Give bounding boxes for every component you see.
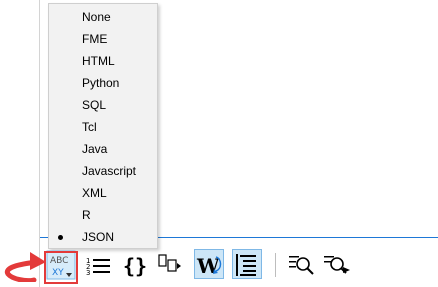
stacked-boxes-icon bbox=[158, 254, 181, 272]
menu-item-html[interactable]: HTML bbox=[49, 50, 157, 72]
find-next-icon bbox=[324, 256, 350, 274]
line-numbers-icon: 1 2 3 bbox=[86, 257, 110, 277]
menu-item-xml[interactable]: XML bbox=[49, 182, 157, 204]
brace-matching-button[interactable]: {} bbox=[120, 249, 150, 281]
find-button[interactable] bbox=[287, 249, 317, 281]
menu-item-label: SQL bbox=[82, 98, 107, 112]
menu-item-sql[interactable]: SQL bbox=[49, 94, 157, 116]
pointer-arrow-icon bbox=[4, 252, 46, 282]
curly-braces-icon: {} bbox=[123, 254, 147, 278]
menu-item-label: XML bbox=[82, 186, 107, 200]
syntax-button-highlight bbox=[44, 251, 78, 284]
menu-item-java[interactable]: Java bbox=[49, 138, 157, 160]
copy-button[interactable] bbox=[156, 249, 186, 281]
menu-item-javascript[interactable]: Javascript bbox=[49, 160, 157, 182]
menu-item-fme[interactable]: FME bbox=[49, 28, 157, 50]
menu-item-label: Tcl bbox=[82, 120, 97, 134]
find-next-button[interactable] bbox=[322, 249, 352, 281]
menu-item-label: HTML bbox=[82, 54, 115, 68]
menu-item-r[interactable]: R bbox=[49, 204, 157, 226]
menu-item-label: Python bbox=[82, 76, 120, 90]
menu-item-python[interactable]: Python bbox=[49, 72, 157, 94]
word-wrap-icon: W bbox=[196, 254, 222, 278]
menu-item-label: Javascript bbox=[82, 164, 137, 178]
menu-item-tcl[interactable]: Tcl bbox=[49, 116, 157, 138]
brace-glyph: {} bbox=[123, 254, 147, 278]
menu-item-label: JSON bbox=[82, 230, 115, 244]
menu-item-label: R bbox=[82, 208, 91, 222]
menu-item-label: None bbox=[82, 10, 111, 24]
menu-item-none[interactable]: None bbox=[49, 6, 157, 28]
indent-guides-button[interactable] bbox=[232, 249, 262, 281]
indent-guides-icon bbox=[236, 254, 256, 276]
syntax-language-menu: None FME HTML Python SQL Tcl Java Javascript XML… bbox=[48, 3, 158, 249]
word-wrap-button[interactable]: W bbox=[194, 249, 224, 281]
menu-item-json[interactable]: JSON bbox=[49, 226, 157, 248]
find-icon bbox=[289, 256, 314, 275]
selected-bullet-icon bbox=[58, 235, 63, 240]
line-numbers-button[interactable]: 1 2 3 bbox=[84, 249, 114, 281]
toolbar-separator bbox=[275, 253, 276, 277]
menu-item-label: Java bbox=[82, 142, 108, 156]
menu-item-label: FME bbox=[82, 32, 108, 46]
svg-text:3: 3 bbox=[86, 269, 90, 277]
